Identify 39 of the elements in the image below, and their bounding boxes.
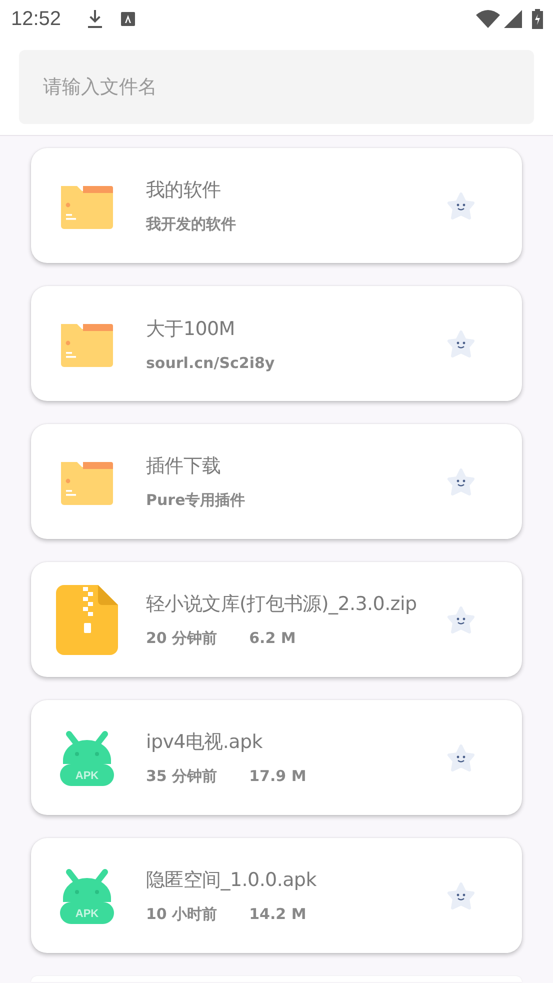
file-card[interactable]: APK 隐匿空间_1.0.0.apk 10 小时前 14.2 M xyxy=(31,838,522,953)
file-card[interactable]: 轻小说文库(打包书源)_2.3.0.zip 20 分钟前 6.2 M xyxy=(31,562,522,677)
apk-label: APK xyxy=(74,908,100,920)
file-size: 17.9 M xyxy=(249,767,306,786)
wifi-icon xyxy=(476,10,500,28)
file-name: 隐匿空间_1.0.0.apk xyxy=(146,868,318,893)
battery-icon xyxy=(532,9,543,29)
android-icon xyxy=(58,730,116,786)
clock: 12:52 xyxy=(11,8,62,30)
file-name: ipv4电视.apk xyxy=(146,730,264,755)
android-icon xyxy=(58,868,116,924)
smiley-star-icon[interactable] xyxy=(447,882,475,910)
modified-time: 20 分钟前 xyxy=(146,629,218,648)
modified-time: 35 分钟前 xyxy=(146,767,218,786)
file-name: 大于100M xyxy=(146,316,236,342)
file-description: sourl.cn/Sc2i8y xyxy=(146,354,275,372)
file-description: 我开发的软件 xyxy=(146,215,236,234)
file-description: Pure专用插件 xyxy=(146,491,246,510)
zip-file-icon xyxy=(56,584,118,654)
download-icon xyxy=(87,9,104,29)
smiley-star-icon[interactable] xyxy=(447,744,475,772)
smiley-star-icon[interactable] xyxy=(447,192,475,220)
apk-label: APK xyxy=(74,770,100,782)
file-card[interactable]: 大于100M sourl.cn/Sc2i8y xyxy=(31,286,522,401)
smiley-star-icon[interactable] xyxy=(447,468,475,496)
file-card[interactable]: 插件下载 Pure专用插件 xyxy=(31,424,522,539)
search-field[interactable]: 请输入文件名 xyxy=(19,50,534,124)
file-name: 轻小说文库(打包书源)_2.3.0.zip xyxy=(146,592,418,617)
signal-icon xyxy=(504,10,522,28)
file-size: 14.2 M xyxy=(249,905,306,924)
file-name: 我的软件 xyxy=(146,178,222,203)
file-name: 插件下载 xyxy=(146,454,222,479)
file-card[interactable]: 我的软件 我开发的软件 xyxy=(31,148,522,263)
file-card[interactable]: APK ipv4电视.apk 35 分钟前 17.9 M xyxy=(31,700,522,815)
smiley-star-icon[interactable] xyxy=(447,330,475,358)
file-size: 6.2 M xyxy=(249,629,296,648)
smiley-star-icon[interactable] xyxy=(447,606,475,634)
text-icon xyxy=(121,12,136,26)
modified-time: 10 小时前 xyxy=(146,905,218,924)
